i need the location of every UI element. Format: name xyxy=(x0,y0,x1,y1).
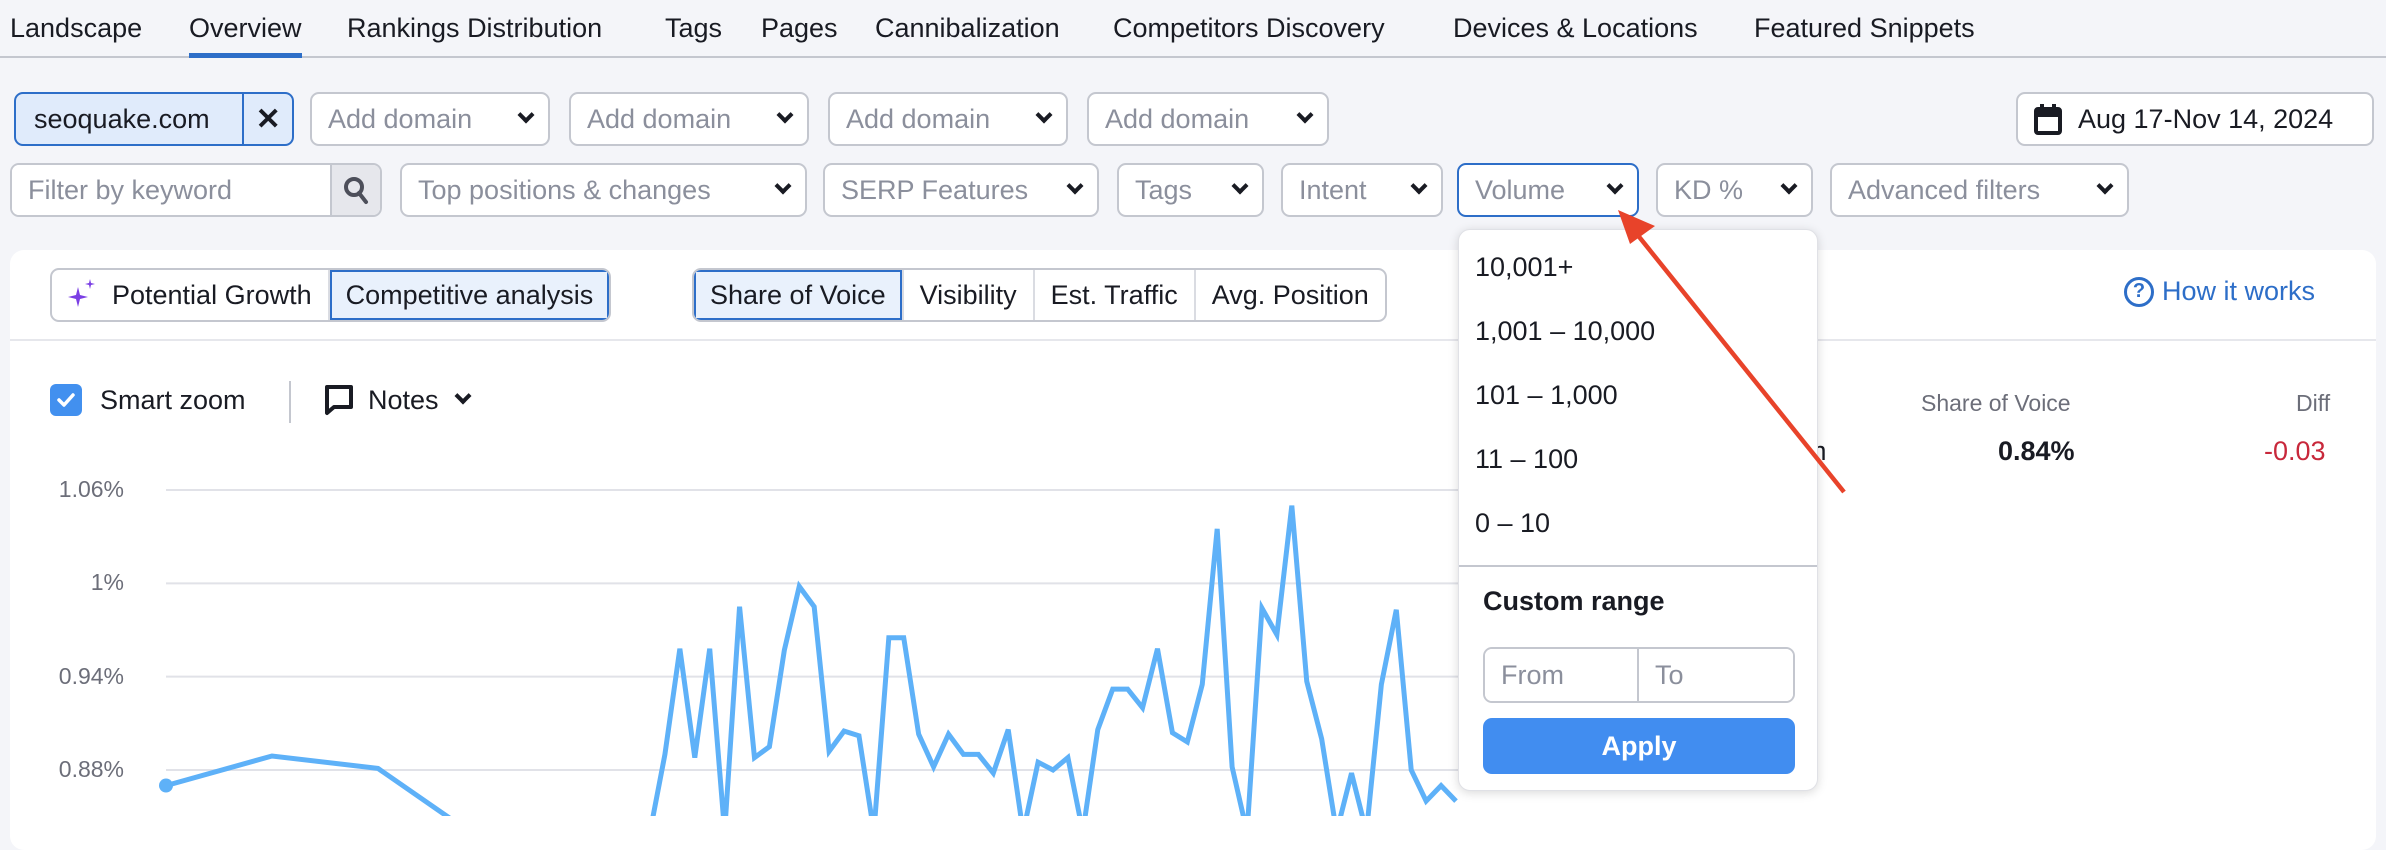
volume-option-101-1000[interactable]: 101 – 1,000 xyxy=(1475,380,1618,411)
apply-button[interactable]: Apply xyxy=(1483,718,1795,774)
legend-diff-value: -0.03 xyxy=(2264,436,2326,466)
volume-option-1001-10000[interactable]: 1,001 – 10,000 xyxy=(1475,316,1655,347)
volume-option-0-10[interactable]: 0 – 10 xyxy=(1475,508,1550,539)
custom-range-title: Custom range xyxy=(1483,586,1665,616)
legend-header-share-of-voice: Share of Voice xyxy=(1921,390,2071,416)
volume-option-10001-plus[interactable]: 10,001+ xyxy=(1475,252,1573,283)
legend-header-diff: Diff xyxy=(2296,390,2331,416)
volume-from-input[interactable] xyxy=(1485,649,1639,701)
dropdown-divider xyxy=(1459,565,1817,567)
data-point[interactable] xyxy=(159,778,173,793)
volume-to-input[interactable] xyxy=(1639,649,1793,701)
legend-share-value: 0.84% xyxy=(1998,436,2075,466)
custom-range-inputs xyxy=(1483,647,1795,703)
volume-option-11-100[interactable]: 11 – 100 xyxy=(1475,444,1578,475)
volume-dropdown-menu: 10,001+ 1,001 – 10,000 101 – 1,000 11 – … xyxy=(1458,229,1818,791)
